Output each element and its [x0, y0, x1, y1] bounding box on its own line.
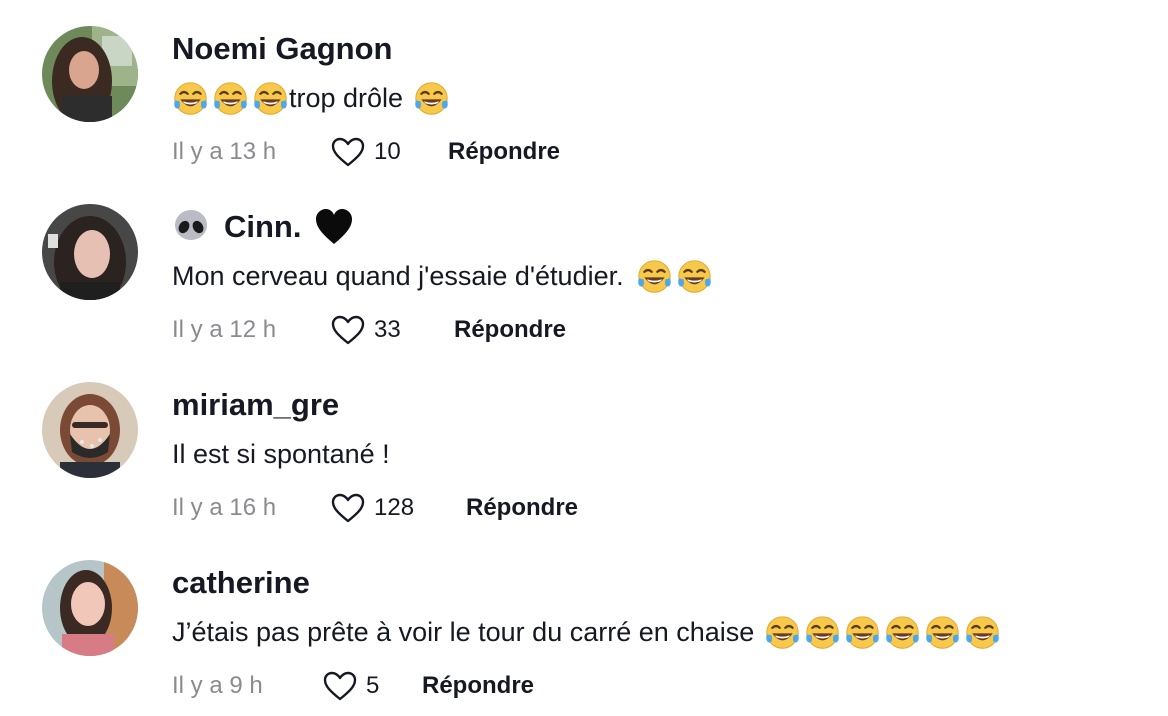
black-heart-icon: [314, 208, 354, 246]
like-count: 10: [374, 138, 401, 165]
like-count: 128: [374, 494, 415, 521]
comment-meta: Il y a 9 h 5 Répondre: [172, 669, 534, 703]
face-with-tears-of-joy-icon: [844, 614, 881, 651]
face-with-tears-of-joy-icon: [252, 80, 289, 117]
like-button[interactable]: 128: [330, 492, 466, 524]
comment-timestamp: Il y a 16 h: [172, 494, 277, 521]
like-button[interactable]: 5: [322, 670, 422, 702]
face-with-tears-of-joy-icon: [964, 614, 1001, 651]
reply-button[interactable]: Répondre: [448, 138, 560, 166]
reply-button[interactable]: Répondre: [466, 494, 578, 522]
comment-username[interactable]: miriam_gre: [172, 386, 339, 424]
comment-username[interactable]: catherine: [172, 564, 310, 602]
comment-timestamp: Il y a 13 h: [172, 138, 277, 165]
heart-outline-icon: [331, 137, 365, 167]
comment-item: Noemi Gagnon trop drôle Il y a 13 h 10 R…: [0, 0, 1168, 178]
comment-timestamp: Il y a 9 h: [172, 672, 263, 699]
like-button[interactable]: 33: [330, 314, 454, 346]
reply-button[interactable]: Répondre: [454, 316, 566, 344]
like-count: 33: [374, 316, 401, 343]
comment-text-body: Il est si spontané !: [172, 439, 390, 469]
alien-icon: [172, 208, 210, 246]
avatar[interactable]: [42, 204, 138, 300]
face-with-tears-of-joy-icon: [764, 614, 801, 651]
comment-item: Cinn. Mon cerveau quand j'essaie d'étudi…: [0, 178, 1168, 356]
comment-username[interactable]: Noemi Gagnon: [172, 30, 392, 68]
comment-text-body: Mon cerveau quand j'essaie d'étudier.: [172, 261, 624, 291]
avatar[interactable]: [42, 26, 138, 122]
face-with-tears-of-joy-icon: [924, 614, 961, 651]
comment-text-body: trop drôle: [289, 83, 404, 113]
face-with-tears-of-joy-icon: [413, 80, 450, 117]
comment-meta: Il y a 12 h 33 Répondre: [172, 313, 566, 347]
like-count: 5: [366, 672, 380, 699]
face-with-tears-of-joy-icon: [884, 614, 921, 651]
face-with-tears-of-joy-icon: [676, 258, 713, 295]
like-button[interactable]: 10: [330, 136, 448, 168]
comment-text-body: J’étais pas prête à voir le tour du carr…: [172, 617, 755, 647]
heart-outline-icon: [331, 493, 365, 523]
comment-text: Il est si spontané !: [172, 434, 390, 474]
username-text: Cinn.: [224, 209, 302, 244]
comment-username[interactable]: Cinn.: [172, 208, 354, 246]
comment-item: miriam_gre Il est si spontané ! Il y a 1…: [0, 356, 1168, 534]
comment-meta: Il y a 16 h 128 Répondre: [172, 491, 578, 525]
heart-outline-icon: [323, 671, 357, 701]
face-with-tears-of-joy-icon: [636, 258, 673, 295]
avatar[interactable]: [42, 382, 138, 478]
comment-item: catherine J’étais pas prête à voir le to…: [0, 534, 1168, 712]
comment-meta: Il y a 13 h 10 Répondre: [172, 135, 560, 169]
comment-text: Mon cerveau quand j'essaie d'étudier.: [172, 256, 713, 296]
avatar[interactable]: [42, 560, 138, 656]
face-with-tears-of-joy-icon: [804, 614, 841, 651]
face-with-tears-of-joy-icon: [212, 80, 249, 117]
face-with-tears-of-joy-icon: [172, 80, 209, 117]
reply-button[interactable]: Répondre: [422, 672, 534, 700]
heart-outline-icon: [331, 315, 365, 345]
comment-timestamp: Il y a 12 h: [172, 316, 277, 343]
comment-text: J’étais pas prête à voir le tour du carr…: [172, 612, 1001, 652]
comment-text: trop drôle: [172, 78, 453, 118]
